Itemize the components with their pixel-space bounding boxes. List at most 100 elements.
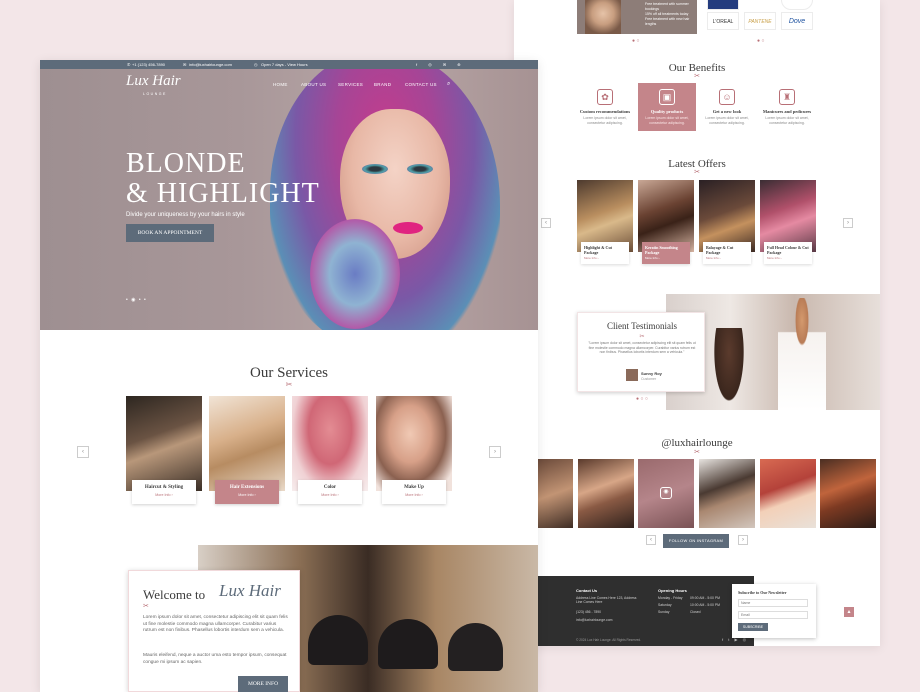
service-more-link[interactable]: More Info › — [382, 493, 446, 497]
testimonial-role: Customer — [641, 377, 657, 381]
gift-icon: ✿ — [597, 89, 613, 105]
offer-title: Full Head Colour & Cut Package — [767, 245, 809, 255]
benefit-item[interactable]: ☺ Get a new look Lorem ipsum dolor sit a… — [698, 83, 756, 131]
scroll-top-button[interactable]: ▴ — [844, 607, 854, 617]
hours-day: Sunday — [658, 610, 670, 614]
footer-address: Address Line Comes Here 123, Address Lin… — [576, 596, 637, 605]
service-title: Color — [323, 485, 337, 490]
offer-more-link[interactable]: More Info › — [767, 256, 809, 260]
instagram-next-arrow[interactable]: › — [738, 535, 748, 545]
newsletter-name-input[interactable] — [738, 599, 808, 607]
hero-subtitle: Divide your uniqueness by your hairs in … — [126, 212, 245, 218]
photo-client — [712, 328, 746, 408]
testimonial-name: Sunny Roy — [641, 371, 662, 376]
hero-title-line-2: & HIGHLIGHT — [126, 178, 320, 209]
benefit-item[interactable]: ✿ Custom recommendations Lorem ipsum dol… — [576, 83, 634, 131]
salon-chair — [378, 619, 438, 669]
scissors-icon: ✂ — [639, 334, 645, 340]
offer-title: Highlight & Cut Package — [584, 245, 613, 255]
services-next-arrow[interactable]: › — [489, 446, 501, 458]
topbar-phone[interactable]: +1 (123) 456-7890 — [132, 60, 165, 69]
book-appointment-button[interactable]: BOOK AN APPOINTMENT — [126, 224, 214, 242]
service-card-active[interactable]: Hair Extensions More Info › — [209, 396, 285, 508]
offer-card[interactable]: Full Head Colour & Cut Package More Info… — [760, 180, 816, 265]
offer-info: Full Head Colour & Cut Package More Info… — [764, 242, 812, 264]
instagram-photo[interactable] — [760, 459, 816, 528]
service-card[interactable]: Color More Info › — [292, 396, 368, 508]
promo-portrait — [585, 0, 621, 34]
instagram-photo[interactable] — [820, 459, 876, 528]
social-icons[interactable]: f ◎ ✉ ⊕ — [416, 60, 466, 69]
hero-title-line-1: BLONDE — [126, 148, 246, 179]
subscribe-button[interactable]: SUBSCRIBE — [738, 623, 768, 631]
benefit-item-active[interactable]: ▣ Quality products Lorem ipsum dolor sit… — [638, 83, 696, 131]
instagram-photo[interactable] — [699, 459, 755, 528]
brand-pantene[interactable]: PANTENE — [744, 12, 776, 30]
instagram-prev-arrow[interactable]: ‹ — [646, 535, 656, 545]
nav-about[interactable]: ABOUT US — [301, 82, 326, 87]
welcome-paragraph-1: Lorem ipsum dolor sit amet, consectetur … — [143, 615, 288, 634]
service-title: Haircut & Styling — [144, 485, 184, 490]
hero-slider-dots[interactable]: • ◉ • • — [126, 297, 147, 303]
service-info: Haircut & Styling More Info › — [132, 480, 196, 504]
site-logo[interactable]: Lux Hair — [126, 73, 181, 90]
testimonial-text: "Lorem ipsum dolor sit amet, consectetur… — [588, 341, 696, 355]
offer-title: Balayage & Cut Package — [706, 245, 734, 255]
footer: Contact Us Address Line Comes Here 123, … — [538, 576, 754, 646]
slider-dots[interactable]: ● ○ — [632, 38, 639, 44]
brand-dove[interactable]: Dove — [781, 12, 813, 30]
offers-prev-arrow[interactable]: ‹ — [541, 218, 551, 228]
site-logo-sub: LOUNGE — [143, 92, 167, 96]
benefit-desc: Lorem ipsum dolor sit amet, consectetur … — [583, 116, 627, 125]
follow-instagram-button[interactable]: FOLLOW ON INSTAGRAM — [663, 534, 729, 548]
more-info-button[interactable]: MORE INFO — [238, 676, 288, 692]
brand-loreal[interactable]: L'OREAL — [707, 12, 739, 30]
promo-banner: Free treatment with summer bookings 15% … — [577, 0, 697, 34]
scissors-icon: ✂ — [285, 380, 293, 389]
brand-logo-top — [707, 0, 739, 10]
offer-more-link[interactable]: More Info › — [706, 256, 748, 260]
brand-slider-dots[interactable]: ● ○ — [757, 38, 764, 44]
offer-card[interactable]: Highlight & Cut Package More Info › — [577, 180, 633, 265]
nav-contact[interactable]: CONTACT US — [405, 82, 437, 87]
instagram-photo-active[interactable]: ◉ — [638, 459, 694, 528]
email-icon: ✉ — [183, 62, 187, 67]
services-prev-arrow[interactable]: ‹ — [77, 446, 89, 458]
benefit-desc: Lorem ipsum dolor sit amet, consectetur … — [765, 116, 809, 125]
benefit-item[interactable]: ♜ Manicures and pedicures Lorem ipsum do… — [758, 83, 816, 131]
offer-more-link[interactable]: More Info › — [584, 256, 626, 260]
service-card[interactable]: Haircut & Styling More Info › — [126, 396, 202, 508]
hours-time: 10:00 AM - 5:00 PM — [690, 603, 720, 607]
nav-services[interactable]: SERVICES — [338, 82, 363, 87]
service-info: Hair Extensions More Info › — [215, 480, 279, 504]
hero-banner: Lux Hair LOUNGE HOME ABOUT US SERVICES B… — [40, 69, 538, 330]
nav-home[interactable]: HOME — [273, 82, 288, 87]
footer-contact-title: Contact Us — [576, 588, 598, 593]
offer-card-active[interactable]: Keratin Smoothing Package More Info › — [638, 180, 694, 265]
topbar-email[interactable]: info@luxhairlounge.com — [189, 60, 232, 69]
service-card[interactable]: Make Up More Info › — [376, 396, 452, 508]
service-more-link[interactable]: More Info › — [298, 493, 362, 497]
hero-eye — [407, 164, 433, 174]
service-more-link[interactable]: More Info › — [132, 493, 196, 497]
footer-email[interactable]: info@luxhairlounge.com — [576, 618, 612, 622]
testimonial-dots[interactable]: ● ○ ○ — [636, 396, 648, 402]
benefit-title: Get a new look — [712, 109, 742, 114]
topbar-hours[interactable]: Open 7 days - View Hours — [261, 60, 308, 69]
nav-brand[interactable]: BRAND — [374, 82, 391, 87]
service-title: Make Up — [404, 485, 424, 490]
offer-card[interactable]: Balayage & Cut Package More Info › — [699, 180, 755, 265]
instagram-photo[interactable] — [578, 459, 634, 528]
newsletter-email-input[interactable] — [738, 611, 808, 619]
search-icon[interactable]: ⌕ — [447, 81, 451, 88]
hours-day: Monday - Friday — [658, 596, 683, 600]
service-image — [209, 396, 285, 491]
instagram-icon: ◉ — [660, 487, 672, 499]
offers-next-arrow[interactable]: › — [843, 218, 853, 228]
instagram-photo[interactable] — [538, 459, 573, 528]
salon-chair — [308, 615, 368, 665]
hours-day: Saturday — [658, 603, 672, 607]
offer-more-link[interactable]: More Info › — [645, 256, 687, 260]
service-more-link[interactable]: More Info › — [215, 493, 279, 497]
footer-hours-title: Opening Hours — [658, 588, 687, 593]
